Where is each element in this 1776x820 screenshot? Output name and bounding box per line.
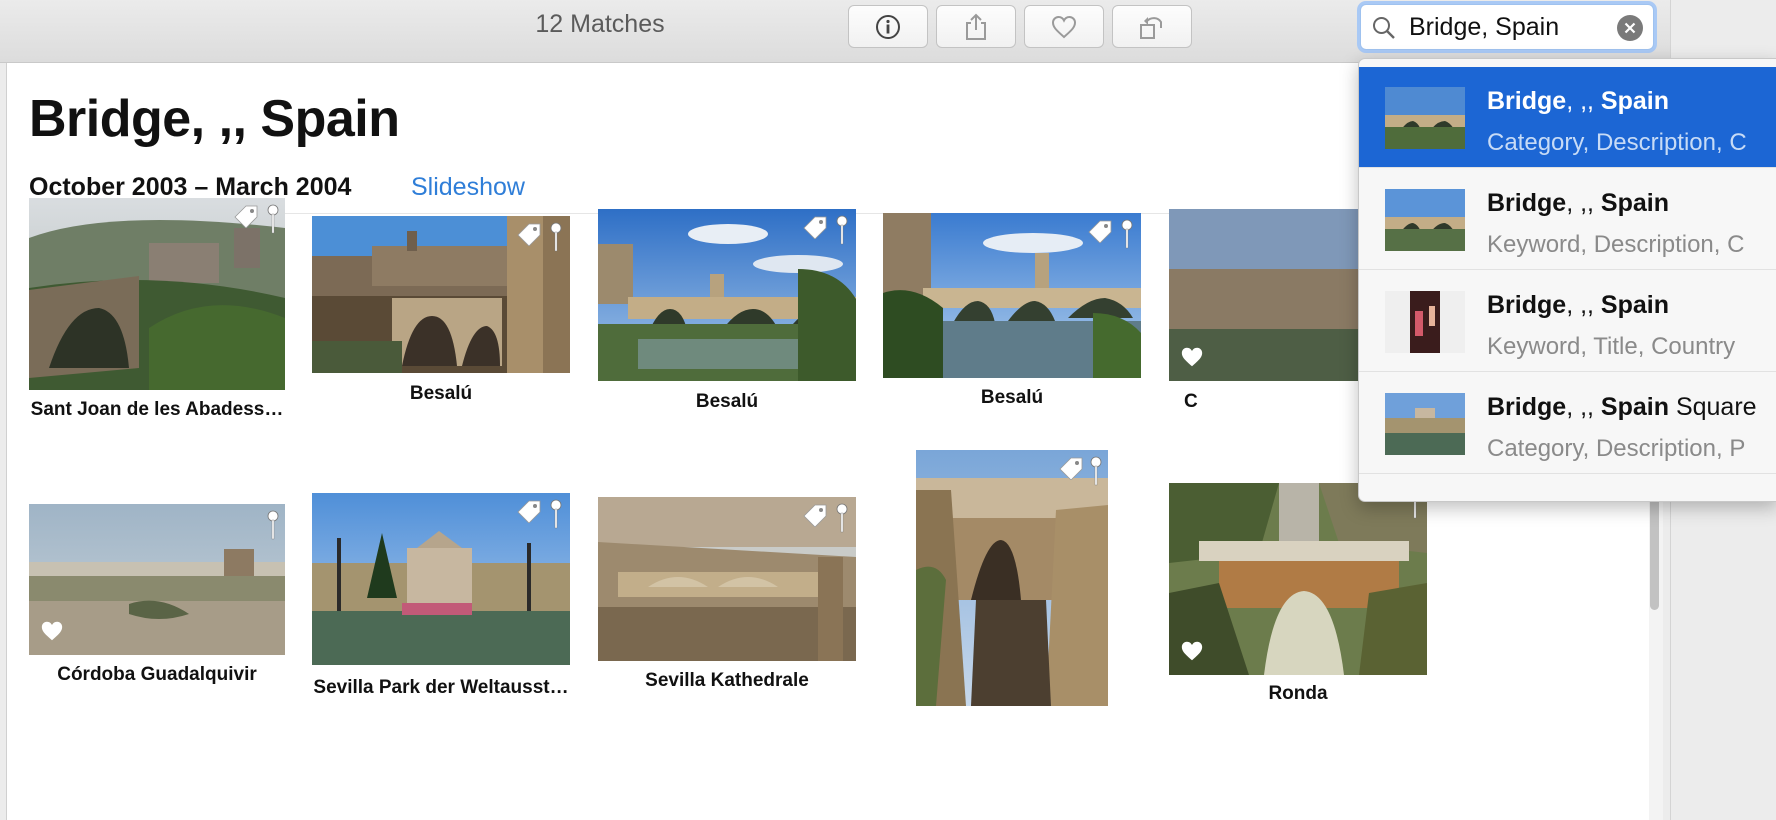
tag-icon	[234, 205, 258, 228]
suggestion-item[interactable]: Bridge, ,, Spain Category, Description, …	[1359, 67, 1776, 168]
tag-icon	[803, 216, 827, 239]
suggestion-thumbnail	[1385, 189, 1465, 251]
clear-icon	[1624, 22, 1636, 34]
page-title: Bridge, ,, Spain	[29, 90, 400, 148]
suggestion-subtitle: Category, Description, P	[1487, 435, 1746, 462]
tag-icon	[517, 223, 541, 246]
photo-thumbnail[interactable]	[598, 497, 856, 661]
photo-caption: C	[1184, 391, 1198, 412]
photo-thumbnail[interactable]	[29, 198, 285, 390]
photo-caption: Sevilla Park der Weltausst…	[313, 677, 569, 698]
location-pin-icon	[836, 215, 848, 245]
suggestion-title: Bridge, ,, Spain	[1487, 291, 1669, 319]
suggestion-item[interactable]: Bridge, ,, Spain Keyword, Title, Country	[1359, 271, 1776, 372]
rotate-button[interactable]	[1112, 5, 1192, 48]
photo-thumbnail[interactable]	[1169, 483, 1427, 675]
photo-caption: Sevilla Kathedrale	[645, 670, 809, 691]
photo-thumbnail[interactable]	[312, 216, 570, 373]
info-button[interactable]	[848, 5, 928, 48]
photo-thumbnail[interactable]	[916, 450, 1108, 706]
photo-caption: Sant Joan de les Abadess…	[30, 399, 284, 420]
photo-caption: Besalú	[695, 391, 759, 412]
photo-caption: Córdoba Guadalquivir	[57, 664, 257, 685]
location-pin-icon	[267, 510, 279, 540]
heart-icon	[1051, 15, 1077, 38]
photo-caption: Ronda	[1268, 683, 1328, 704]
location-pin-icon	[1090, 456, 1102, 486]
tag-icon	[1059, 457, 1083, 480]
photo-image	[1169, 483, 1427, 675]
favorite-heart-icon	[41, 621, 63, 641]
location-pin-icon	[550, 499, 562, 529]
photo-thumbnail[interactable]	[598, 209, 856, 381]
favorite-heart-icon	[1181, 641, 1203, 661]
suggestion-title: Bridge, ,, Spain Square	[1487, 393, 1757, 421]
suggestion-thumbnail	[1385, 393, 1465, 455]
slideshow-link[interactable]: Slideshow	[411, 173, 525, 202]
photo-caption: Besalú	[980, 387, 1044, 408]
photo-caption: Besalú	[409, 383, 473, 404]
suggestion-title: Bridge, ,, Spain	[1487, 189, 1669, 217]
photo-thumbnail[interactable]	[883, 213, 1141, 378]
favorite-button[interactable]	[1024, 5, 1104, 48]
photo-thumbnail[interactable]	[1169, 209, 1369, 381]
info-icon	[876, 14, 900, 39]
location-pin-icon	[550, 222, 562, 252]
location-pin-icon	[267, 204, 279, 234]
location-pin-icon	[836, 503, 848, 533]
toolbar: 12 Matches	[0, 0, 1670, 63]
photo-thumbnail[interactable]	[29, 504, 285, 655]
suggestion-thumbnail	[1385, 87, 1465, 149]
rotate-icon	[1140, 16, 1162, 39]
clear-search-button[interactable]	[1617, 15, 1643, 41]
location-pin-icon	[1121, 219, 1133, 249]
tag-icon	[803, 504, 827, 527]
tag-icon	[517, 500, 541, 523]
tag-icon	[1088, 220, 1112, 243]
search-icon	[1373, 17, 1395, 39]
suggestion-subtitle: Category, Description, C	[1487, 129, 1747, 156]
photo-image	[916, 450, 1108, 706]
share-button[interactable]	[936, 5, 1016, 48]
photo-image	[29, 504, 285, 655]
suggestion-thumbnail	[1385, 291, 1465, 353]
share-icon	[966, 13, 986, 40]
favorite-heart-icon	[1181, 347, 1203, 367]
suggestion-subtitle: Keyword, Title, Country	[1487, 333, 1736, 360]
photo-thumbnail[interactable]	[312, 493, 570, 665]
search-suggestions-menu: Bridge, ,, Spain Category, Description, …	[1358, 58, 1776, 502]
suggestion-subtitle: Keyword, Description, C	[1487, 231, 1745, 258]
suggestion-item[interactable]: Bridge, ,, Spain Square Category, Descri…	[1359, 373, 1776, 474]
suggestion-item[interactable]: Bridge, ,, Spain Keyword, Description, C	[1359, 169, 1776, 270]
search-input[interactable]	[1409, 9, 1609, 45]
search-field[interactable]	[1360, 4, 1654, 50]
suggestion-title: Bridge, ,, Spain	[1487, 87, 1669, 115]
match-count: 12 Matches	[535, 10, 665, 38]
